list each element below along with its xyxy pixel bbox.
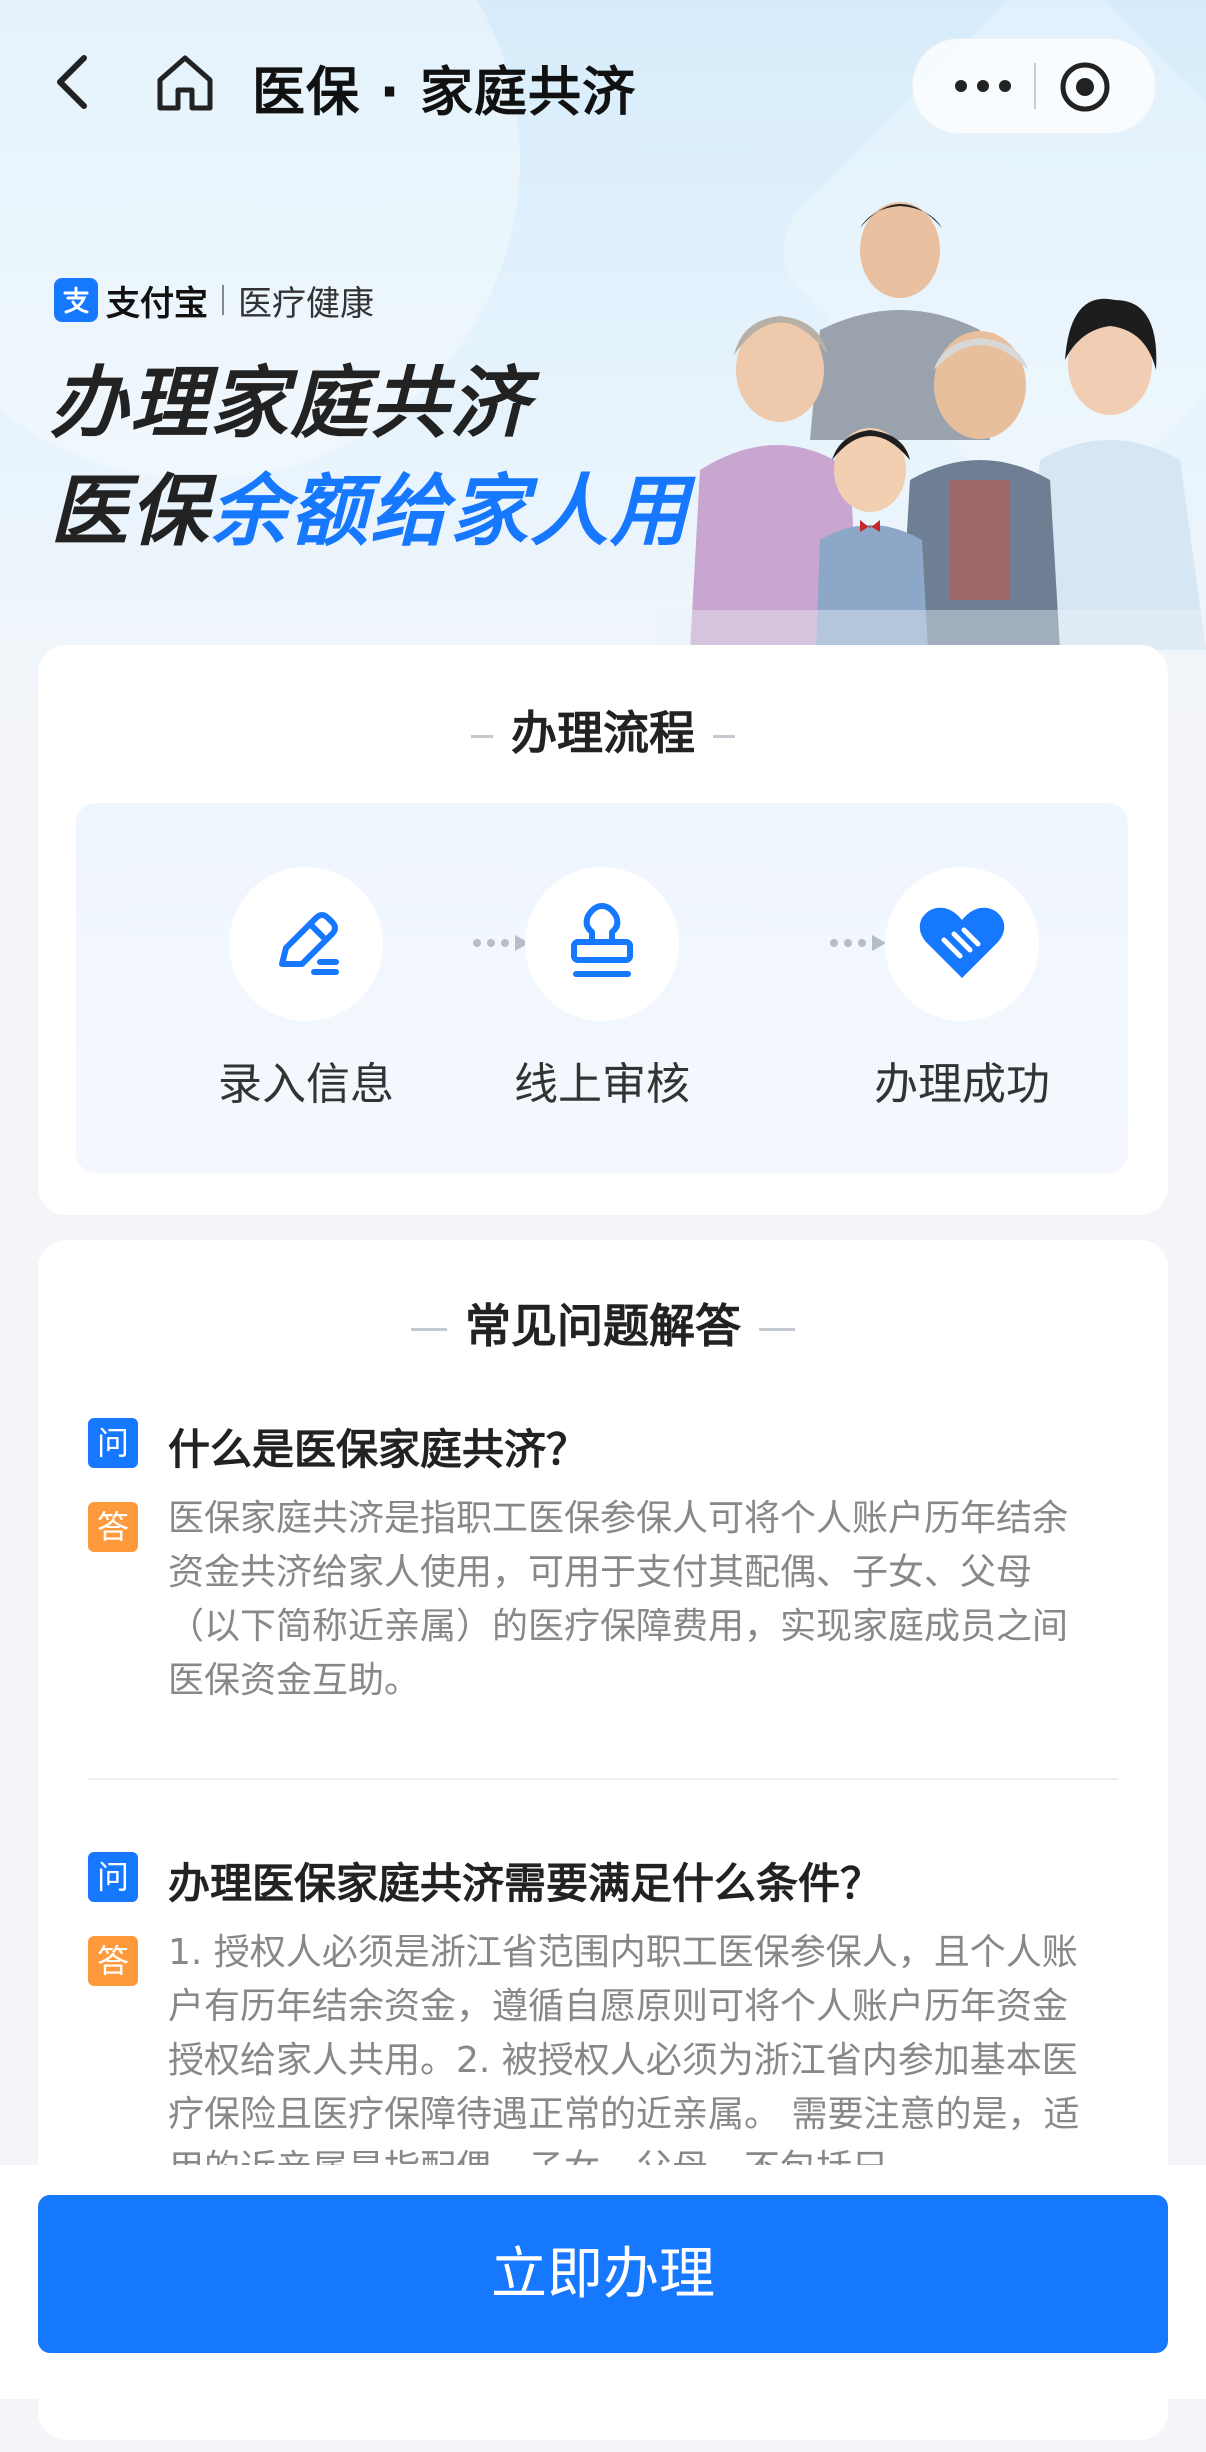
alipay-brand-name: 支付宝 (106, 283, 208, 324)
question-badge-icon: 问 (88, 1852, 138, 1902)
capsule-divider (1034, 63, 1036, 109)
title-dash-left (471, 735, 493, 738)
process-section-title: 办理流程 (38, 697, 1168, 763)
heart-handshake-icon (919, 907, 1005, 978)
step-2-icon-circle (525, 867, 679, 1021)
brand-separator (222, 285, 224, 315)
step-2-label: 线上审核 (514, 1059, 690, 1110)
hero-headline-line2: 医保余额给家人用 (50, 458, 690, 566)
process-steps: 录入信息 线上审核 办理成功 (76, 803, 1128, 1173)
process-step-3: 办理成功 (832, 803, 1092, 1173)
process-step-2: 线上审核 (472, 803, 732, 1173)
back-arrow-icon[interactable] (50, 52, 94, 112)
hero-headline-prefix: 医保 (50, 467, 211, 557)
step-3-icon-circle (885, 867, 1039, 1021)
process-card: 办理流程 录入信息 线上审核 办理成功 (38, 645, 1168, 1215)
stamp-icon (571, 903, 633, 977)
close-target-icon[interactable] (1057, 59, 1113, 115)
hero-headline-line1: 办理家庭共济 (50, 359, 531, 449)
title-dash-right (713, 735, 735, 738)
home-icon[interactable] (154, 52, 216, 114)
process-step-1: 录入信息 (176, 803, 436, 1173)
faq-item-1[interactable]: 问 什么是医保家庭共济？ 答 医保家庭共济是指职工医保参保人可将个人账户历年结余… (88, 1418, 1118, 1718)
faq-answer-1: 医保家庭共济是指职工医保参保人可将个人账户历年结余资金共济给家人使用，可用于支付… (168, 1498, 1069, 1701)
hero-headline-highlight: 余额给家人用 (210, 467, 691, 557)
step-1-icon-circle (229, 867, 383, 1021)
brand-row: 支付宝 医疗健康 (54, 275, 374, 325)
apply-now-button[interactable]: 立即办理 (38, 2195, 1168, 2353)
brand-category: 医疗健康 (238, 283, 374, 324)
pen-icon (279, 912, 339, 975)
bottom-action-bar: 立即办理 (0, 2165, 1206, 2399)
mini-program-capsule (912, 38, 1156, 134)
title-dash-right (759, 1328, 795, 1331)
answer-badge-icon: 答 (88, 1502, 138, 1552)
faq-question-1: 什么是医保家庭共济？ (168, 1425, 589, 1474)
faq-title-text: 常见问题解答 (465, 1299, 741, 1353)
family-photo-illustration (660, 202, 1206, 650)
page-title: 医保 · 家庭共济 (252, 62, 637, 123)
more-dots-icon[interactable] (943, 61, 1023, 111)
faq-answer-2: 1. 授权人必须是浙江省范围内职工医保参保人，且个人账户有历年结余资金，遵循自愿… (168, 1932, 1080, 2189)
faq-section-title: 常见问题解答 (38, 1290, 1168, 1356)
step-3-label: 办理成功 (874, 1059, 1050, 1110)
answer-badge-icon: 答 (88, 1936, 138, 1986)
process-title-text: 办理流程 (511, 706, 695, 760)
faq-question-2: 办理医保家庭共济需要满足什么条件？ (168, 1859, 883, 1908)
faq-divider (88, 1778, 1118, 1780)
top-nav-bar: 医保 · 家庭共济 (0, 0, 1206, 170)
step-1-label: 录入信息 (218, 1059, 394, 1110)
title-dash-left (411, 1328, 447, 1331)
alipay-logo-icon (54, 278, 98, 322)
hero-headline: 办理家庭共济 医保余额给家人用 (50, 350, 690, 566)
question-badge-icon: 问 (88, 1418, 138, 1468)
